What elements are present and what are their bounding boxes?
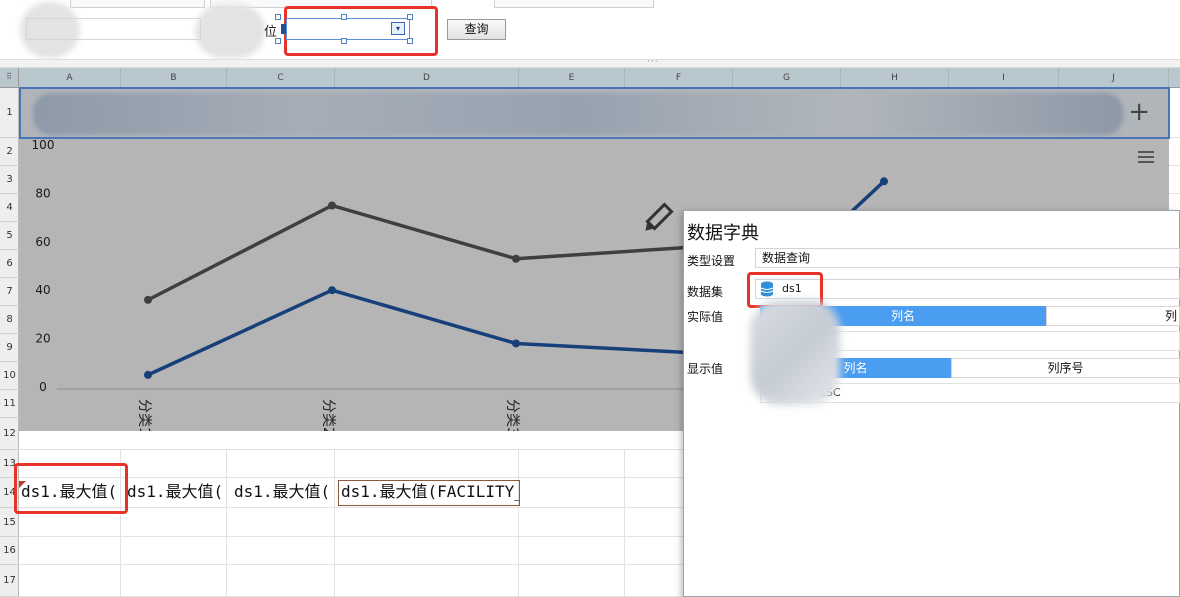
row-label[interactable]: 9 (0, 334, 19, 362)
grid-col-line (334, 450, 335, 597)
y-tick-label: 40 (35, 283, 50, 297)
resize-handle-ne[interactable] (407, 14, 413, 20)
column-label[interactable]: I (949, 68, 1059, 88)
x-tick-label: 分类1 (136, 399, 152, 431)
row-label[interactable]: 3 (0, 166, 19, 194)
row-label[interactable]: 12 (0, 418, 19, 450)
column-label[interactable]: A (19, 68, 121, 88)
blurred-title (33, 93, 1123, 135)
blurred-label-2 (195, 4, 265, 58)
series-1-point (512, 254, 520, 263)
y-tick-label: 80 (35, 186, 50, 200)
series-1-point (328, 201, 336, 210)
panel-splitter[interactable]: ··· (0, 57, 1180, 68)
type-select[interactable]: 数据查询 (755, 248, 1180, 268)
column-label[interactable]: G (733, 68, 841, 88)
series-1-point (144, 295, 152, 304)
blurred-input[interactable] (26, 18, 201, 40)
row-label[interactable]: 10 (0, 362, 19, 390)
series-2-point (880, 177, 888, 186)
row-label[interactable]: 5 (0, 222, 19, 250)
type-label: 类型设置 (687, 254, 736, 268)
menu-icon (1138, 151, 1154, 153)
row-label[interactable]: 4 (0, 194, 19, 222)
series-2-point (144, 370, 152, 379)
plus-icon[interactable]: + (1128, 97, 1150, 127)
param-input-top-3[interactable] (494, 0, 654, 8)
column-label[interactable]: H (841, 68, 949, 88)
row-label[interactable]: 17 (0, 565, 19, 597)
column-label[interactable]: J (1059, 68, 1169, 88)
display-value-label: 显示值 (687, 362, 724, 376)
row-label[interactable]: 8 (0, 306, 19, 334)
y-tick-label: 0 (39, 380, 47, 394)
y-tick-label: 100 (32, 139, 55, 152)
column-label[interactable]: C (227, 68, 335, 88)
grid-col-line (518, 450, 519, 597)
chevron-down-icon[interactable]: ▾ (391, 22, 405, 35)
param-input-top[interactable] (70, 0, 205, 8)
pencil-tip (645, 221, 655, 231)
series-2-point (328, 286, 336, 295)
row-label[interactable]: 1 (0, 88, 19, 138)
chart-title-cell[interactable]: + (19, 87, 1170, 139)
splitter-grip-icon[interactable]: ··· (647, 57, 659, 67)
actual-value-label: 实际值 (687, 310, 724, 324)
y-tick-label: 20 (35, 332, 50, 346)
x-tick-label: 分类2 (320, 399, 336, 431)
menu-icon (1138, 156, 1154, 158)
menu-icon (1138, 161, 1154, 163)
row-label[interactable]: 6 (0, 250, 19, 278)
resize-handle-se[interactable] (407, 38, 413, 44)
row-label[interactable]: 7 (0, 278, 19, 306)
parameter-panel: 位 ▾ 查询 (0, 0, 1180, 60)
cell-c14[interactable]: ds1.最大值( (232, 478, 336, 510)
resize-handle-n[interactable] (341, 14, 347, 20)
pencil-body (645, 202, 674, 231)
highlight-box-cell (14, 463, 128, 514)
row-label[interactable]: 2 (0, 138, 19, 166)
actual-col-extra-header[interactable]: 列 (1046, 306, 1180, 326)
query-button[interactable]: 查询 (447, 19, 506, 40)
parameter-combobox[interactable]: ▾ (286, 18, 410, 40)
dialog-title: 数据字典 (687, 223, 759, 244)
grid-col-line (624, 450, 625, 597)
y-tick-label: 60 (35, 235, 50, 249)
cell-b14[interactable]: ds1.最大值( (125, 478, 229, 510)
resize-handle-nw[interactable] (275, 14, 281, 20)
select-all-corner-icon[interactable]: ⠿ (0, 68, 19, 88)
grid-col-line (226, 450, 227, 597)
resize-handle-s[interactable] (341, 38, 347, 44)
resize-handle-sw[interactable] (275, 38, 281, 44)
cell-d14[interactable]: ds1.最大值(FACILITY_ (339, 478, 519, 510)
display-col-index-header[interactable]: 列序号 (951, 358, 1180, 378)
column-label[interactable]: E (519, 68, 625, 88)
blurred-region (750, 300, 840, 405)
data-dictionary-dialog: 数据字典 类型设置 数据集 实际值 显示值 (683, 210, 1180, 597)
pencil-icon[interactable] (642, 202, 674, 234)
column-header: ABCDEFGHIJ (19, 68, 1180, 88)
column-label[interactable]: B (121, 68, 227, 88)
row-header: 1 2 3 4 5 6 7 8 9 10 11 12 13 14 15 16 17 (0, 88, 19, 597)
dataset-label: 数据集 (687, 285, 724, 299)
row-label[interactable]: 11 (0, 390, 19, 418)
series-2-point (512, 339, 520, 348)
x-tick-label: 分类3 (504, 399, 520, 431)
column-label[interactable]: F (625, 68, 733, 88)
row-label[interactable]: 16 (0, 537, 19, 565)
column-label[interactable]: D (335, 68, 519, 88)
